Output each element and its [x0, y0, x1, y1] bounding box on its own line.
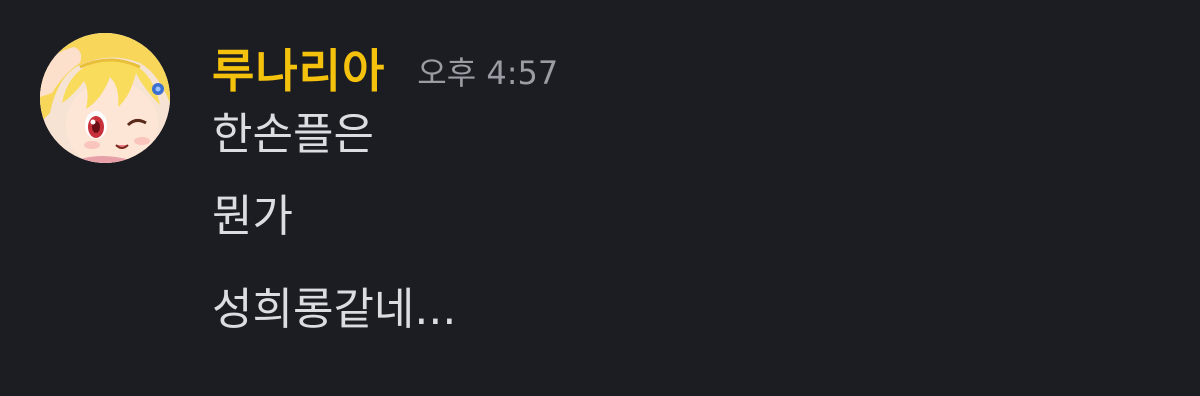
- message-line: 한손플은: [212, 109, 374, 160]
- message-header: 루나리아 오후 4:57: [212, 36, 558, 100]
- message-line: 성희롱같네...: [212, 284, 457, 335]
- message-timestamp: 오후 4:57: [417, 54, 559, 92]
- author-name[interactable]: 루나리아: [212, 35, 385, 101]
- message-line: 뭔가: [212, 191, 293, 242]
- avatar[interactable]: [40, 33, 170, 163]
- chat-message-group: 루나리아 오후 4:57 한손플은 뭔가 성희롱같네...: [0, 0, 1200, 396]
